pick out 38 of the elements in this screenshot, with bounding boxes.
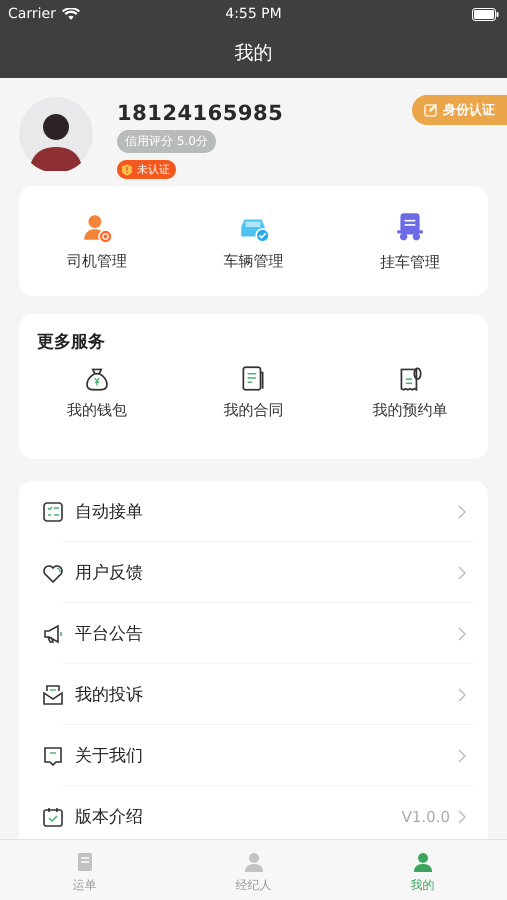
chevron-right-icon [458,810,466,824]
edit-icon [424,103,438,117]
carrier-name: Carrier [8,6,56,22]
menu-item[interactable]: 关于我们 [19,725,488,786]
status-time: 4:55 PM [224,6,283,22]
management-label[interactable]: 车辆管理 [223,252,284,270]
service-label[interactable]: 我的钱包 [67,401,128,420]
menu-label: 我的投诉 [75,684,143,706]
page-title: 我的 [234,41,272,66]
chevron-right-icon [458,688,466,702]
service-label[interactable]: 我的合同 [223,401,284,420]
menu-item[interactable]: 用户反馈 [19,542,488,603]
menu-label: 平台公告 [75,623,143,645]
management-label[interactable]: 司机管理 [67,252,128,270]
menu-label: 版本介绍 [75,806,143,828]
management-label[interactable]: 挂车管理 [380,253,440,272]
menu-item[interactable]: 自动接单 [19,481,488,542]
menu-label: 自动接单 [75,501,143,523]
version-value: V1.0.0 [402,808,450,826]
chevron-right-icon [458,626,466,640]
chevron-right-icon [458,566,466,580]
menu-item[interactable]: 平台公告 [19,603,488,664]
section-title: 更多服务 [37,331,105,353]
chevron-right-icon [458,748,466,762]
menu-label: 用户反馈 [75,562,143,584]
phone-number: 18124165985 [117,101,284,125]
menu-icon [41,500,65,524]
credit-score-tag: 信用评分 5.0分 [117,130,216,153]
wifi-icon [62,8,80,20]
unverified-label: 未认证 [137,162,170,177]
menu-label: 关于我们 [75,745,143,767]
chevron-right-icon [458,504,466,518]
menu-item[interactable]: 我的投诉 [19,664,488,725]
battery-icon [472,8,499,20]
service-label[interactable]: 我的预约单 [372,401,448,420]
menu-icon [41,682,65,706]
warning-shield-icon [121,164,133,176]
menu-icon [41,622,65,646]
